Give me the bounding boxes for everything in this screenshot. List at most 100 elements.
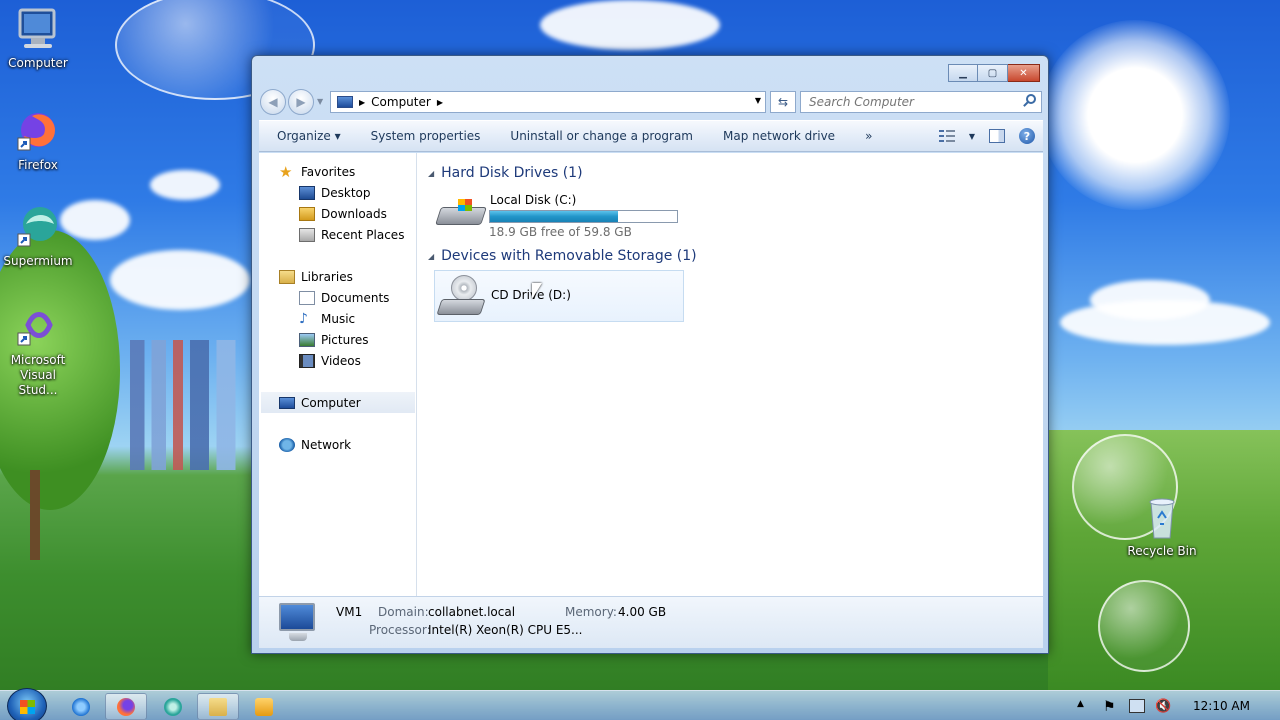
- nav-network[interactable]: Network: [259, 434, 416, 455]
- nav-label: Videos: [321, 353, 361, 368]
- address-bar[interactable]: ▶ Computer ▶ ▼: [330, 91, 766, 113]
- network-status-icon[interactable]: [1129, 699, 1146, 713]
- nav-computer[interactable]: Computer: [261, 392, 415, 413]
- drive-name: Local Disk (C:): [490, 193, 577, 207]
- desktop-icon-recycle-bin[interactable]: Recycle Bin: [1124, 494, 1200, 559]
- nav-desktop[interactable]: Desktop: [259, 182, 416, 203]
- forward-arrow-icon: ▶: [296, 95, 306, 109]
- action-center-flag-icon[interactable]: ⚑: [1103, 699, 1119, 715]
- organize-button[interactable]: Organize ▾: [259, 129, 356, 143]
- search-input[interactable]: [800, 91, 1042, 113]
- computer-name: VM1: [336, 605, 363, 619]
- libraries-icon: [279, 269, 295, 284]
- back-button[interactable]: ◀: [260, 89, 286, 115]
- back-arrow-icon: ◀: [268, 95, 278, 109]
- uninstall-program-button[interactable]: Uninstall or change a program: [495, 129, 708, 143]
- explorer-window: ▁ ▢ ✕ ◀ ▶ ▼ ▶ Computer ▶ ▼ ⇆ Organize ▾ …: [251, 55, 1049, 654]
- mouse-cursor-icon: [532, 283, 542, 299]
- forward-button[interactable]: ▶: [288, 89, 314, 115]
- nav-label: Pictures: [321, 332, 369, 347]
- nav-recent-places[interactable]: Recent Places: [259, 224, 416, 245]
- view-controls: ▼ ?: [938, 128, 1035, 144]
- taskbar: ▲ ⚑ 🔇 12:10 AM: [0, 688, 1280, 720]
- view-dropdown-icon[interactable]: ▼: [969, 132, 975, 141]
- refresh-button[interactable]: ⇆: [770, 91, 796, 113]
- drive-cd-d[interactable]: CD Drive (D:): [434, 270, 684, 322]
- maximize-button[interactable]: ▢: [978, 64, 1008, 82]
- nav-favorites[interactable]: ★ Favorites: [259, 161, 416, 182]
- group-header-hard-disks[interactable]: ◢ Hard Disk Drives (1): [428, 165, 583, 181]
- computer-small-icon: [337, 96, 353, 108]
- collapse-triangle-icon[interactable]: ◢: [428, 169, 434, 178]
- supermium-icon: [164, 697, 182, 716]
- search-icon[interactable]: [1026, 94, 1036, 104]
- taskbar-internet-explorer[interactable]: [60, 693, 102, 720]
- nav-videos[interactable]: Videos: [259, 350, 416, 371]
- address-dropdown-icon[interactable]: ▼: [755, 96, 761, 105]
- nav-label: Network: [301, 437, 352, 452]
- help-icon[interactable]: ?: [1019, 128, 1035, 144]
- nav-label: Music: [321, 311, 356, 326]
- more-commands-button[interactable]: »: [850, 129, 887, 143]
- drive-local-disk-c[interactable]: Local Disk (C:) 18.9 GB free of 59.8 GB: [435, 187, 678, 239]
- desktop-icon-supermium[interactable]: Supermium: [0, 204, 76, 269]
- firefox-icon: [14, 108, 62, 156]
- domain-value: collabnet.local: [428, 605, 516, 619]
- nav-documents[interactable]: Documents: [259, 287, 416, 308]
- nav-pictures[interactable]: Pictures: [259, 329, 416, 350]
- cloud: [150, 170, 220, 200]
- breadcrumb-arrow-icon[interactable]: ▶: [437, 98, 443, 107]
- disk-usage-fill: [490, 211, 618, 222]
- change-view-icon[interactable]: [938, 129, 955, 143]
- content-area: ★ Favorites Desktop Downloads Recent Plac…: [259, 153, 1043, 596]
- recent-places-icon: [299, 227, 315, 242]
- cloud: [1090, 280, 1210, 320]
- desktop-icon-computer[interactable]: Computer: [0, 6, 76, 71]
- city-skyline: [130, 340, 250, 470]
- taskbar-supermium[interactable]: [152, 693, 194, 720]
- documents-icon: [299, 290, 315, 305]
- nav-libraries[interactable]: Libraries: [259, 266, 416, 287]
- media-player-icon: [255, 697, 273, 716]
- details-pane: VM1 Domain: collabnet.local Memory: 4.00…: [259, 596, 1043, 648]
- volume-muted-icon[interactable]: 🔇: [1155, 699, 1171, 714]
- group-header-removable[interactable]: ◢ Devices with Removable Storage (1): [428, 248, 697, 264]
- breadcrumb-computer[interactable]: Computer: [371, 95, 431, 109]
- drive-free-space: 18.9 GB free of 59.8 GB: [489, 225, 632, 239]
- desktop-icon-label: Microsoft Visual Stud...: [10, 353, 66, 397]
- desktop-icon-label: Recycle Bin: [1127, 544, 1197, 558]
- nav-label: Documents: [321, 290, 390, 305]
- taskbar-clock[interactable]: 12:10 AM: [1193, 699, 1250, 713]
- taskbar-media-player[interactable]: [243, 693, 285, 720]
- desktop-icon-label: Firefox: [18, 158, 58, 172]
- network-globe-icon: [279, 437, 295, 452]
- folder-icon: [209, 697, 227, 716]
- nav-music[interactable]: ♪ Music: [259, 308, 416, 329]
- cloud: [110, 250, 250, 310]
- navigation-bar: ◀ ▶ ▼ ▶ Computer ▶ ▼ ⇆: [260, 88, 1042, 115]
- map-network-drive-button[interactable]: Map network drive: [708, 129, 850, 143]
- system-properties-button[interactable]: System properties: [356, 129, 496, 143]
- start-button[interactable]: [7, 688, 47, 720]
- minimize-button[interactable]: ▁: [948, 64, 978, 82]
- close-button[interactable]: ✕: [1008, 64, 1040, 82]
- preview-pane-icon[interactable]: [989, 129, 1005, 143]
- breadcrumb-arrow-icon[interactable]: ▶: [359, 98, 365, 107]
- desktop-icon-visual-studio[interactable]: Microsoft Visual Stud...: [0, 303, 76, 398]
- memory-label: Memory:: [565, 605, 617, 619]
- memory-value: 4.00 GB: [618, 605, 667, 619]
- show-hidden-icons-icon[interactable]: ▲: [1077, 699, 1093, 713]
- downloads-folder-icon: [299, 206, 315, 221]
- desktop-icon-label: Supermium: [3, 254, 73, 268]
- recent-pages-chevron-icon[interactable]: ▼: [317, 97, 323, 106]
- taskbar-windows-explorer[interactable]: [197, 693, 239, 720]
- collapse-triangle-icon[interactable]: ◢: [428, 252, 434, 261]
- taskbar-firefox[interactable]: [105, 693, 147, 720]
- computer-small-icon: [279, 396, 295, 409]
- pictures-icon: [299, 332, 315, 347]
- visual-studio-icon: [14, 303, 62, 351]
- supermium-icon: [14, 204, 62, 252]
- desktop-icon-firefox[interactable]: Firefox: [0, 108, 76, 173]
- system-tray: ▲ ⚑ 🔇 12:10 AM: [1077, 691, 1280, 720]
- nav-downloads[interactable]: Downloads: [259, 203, 416, 224]
